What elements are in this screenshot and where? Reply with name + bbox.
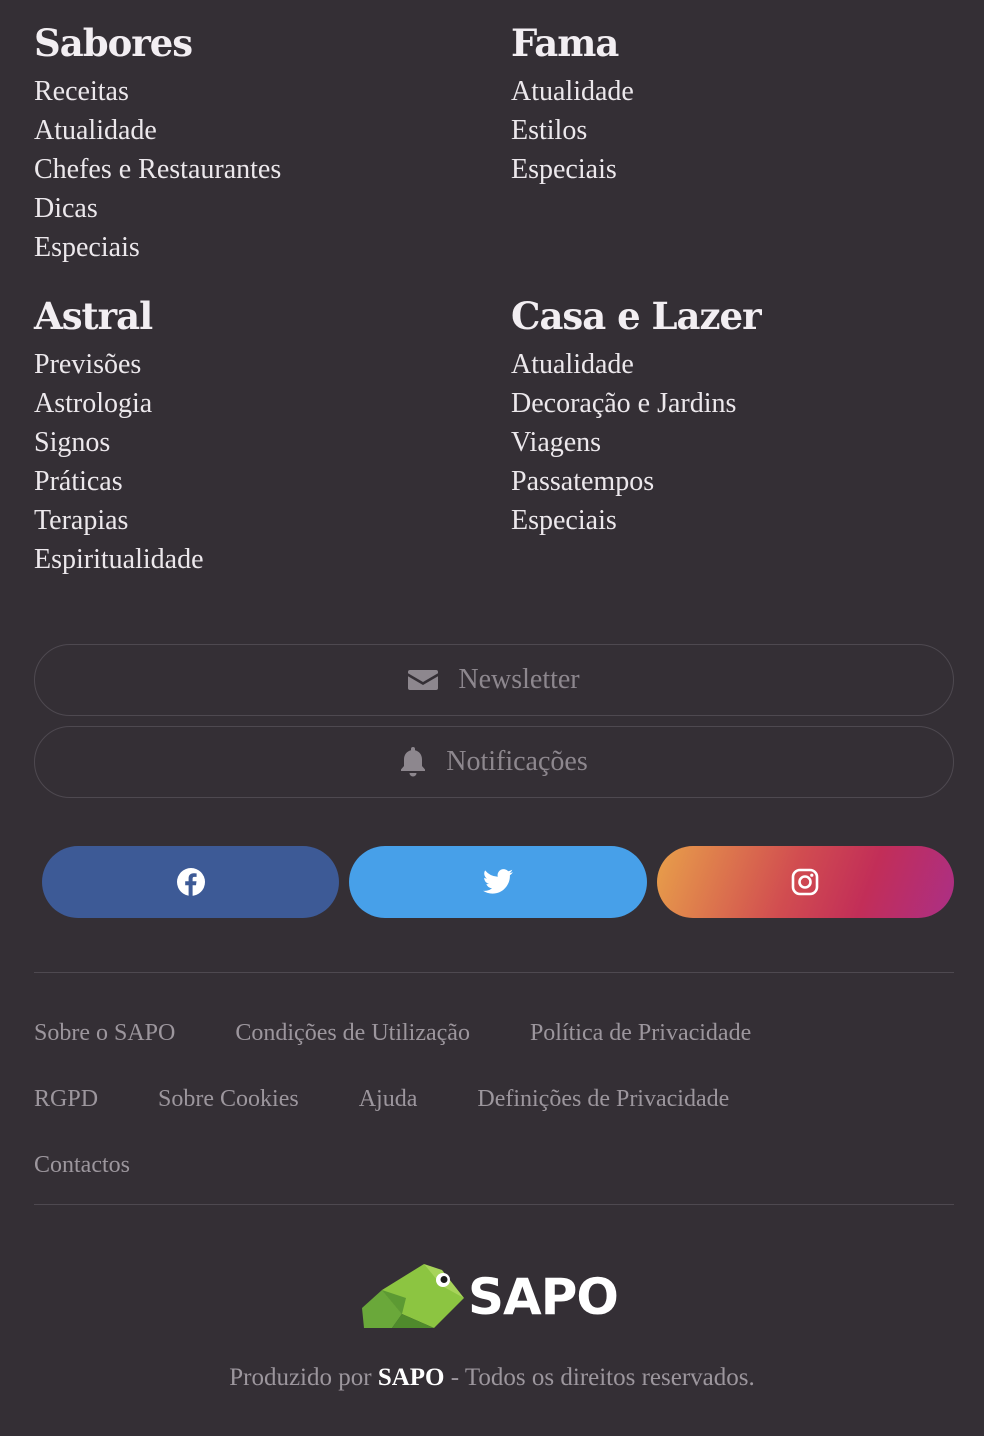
section-link[interactable]: Terapias [34,501,511,540]
social-links [42,846,954,918]
section-link[interactable]: Viagens [511,423,950,462]
section-link[interactable]: Espiritualidade [34,540,511,579]
section-link[interactable]: Decoração e Jardins [511,384,950,423]
footer-link-sobre-sapo[interactable]: Sobre o SAPO [34,1020,175,1047]
credits-prefix: Produzido por [229,1364,378,1391]
section-title[interactable]: Fama [511,18,950,68]
footer-link-condicoes[interactable]: Condições de Utilização [235,1020,470,1047]
notifications-label: Notificações [446,746,588,777]
facebook-button[interactable] [42,846,340,918]
section-casa-e-lazer: Casa e Lazer Atualidade Decoração e Jard… [511,291,950,579]
copyright-text: Produzido por SAPO - Todos os direitos r… [0,1364,984,1392]
section-link[interactable]: Atualidade [34,111,511,150]
notifications-button[interactable]: Notificações [34,726,954,798]
twitter-icon [482,869,513,894]
footer-sections: Sabores Receitas Atualidade Chefes e Res… [34,18,950,579]
credits-brand[interactable]: SAPO [378,1364,445,1391]
section-sabores: Sabores Receitas Atualidade Chefes e Res… [34,18,511,267]
instagram-icon [792,868,819,896]
section-link[interactable]: Previsões [34,345,511,384]
section-link[interactable]: Práticas [34,462,511,501]
envelope-icon [408,670,439,690]
credits-suffix: - Todos os direitos reservados. [444,1364,755,1391]
section-link[interactable]: Dicas [34,189,511,228]
newsletter-label: Newsletter [458,664,580,695]
sapo-logo[interactable]: SAPO [362,1262,632,1332]
section-title[interactable]: Casa e Lazer [511,291,950,341]
footer-link-sobre-cookies[interactable]: Sobre Cookies [158,1086,299,1113]
section-link[interactable]: Especiais [511,501,950,540]
section-link[interactable]: Especiais [34,228,511,267]
section-astral: Astral Previsões Astrologia Signos Práti… [34,291,511,579]
footer-link-rgpd[interactable]: RGPD [34,1086,98,1113]
newsletter-button[interactable]: Newsletter [34,644,954,716]
section-title[interactable]: Sabores [34,18,511,68]
section-link[interactable]: Receitas [34,72,511,111]
section-link[interactable]: Especiais [511,150,950,189]
footer-link-contactos[interactable]: Contactos [34,1152,130,1179]
footer-link-ajuda[interactable]: Ajuda [359,1086,418,1113]
section-link[interactable]: Signos [34,423,511,462]
section-link[interactable]: Chefes e Restaurantes [34,150,511,189]
bell-icon [401,747,426,777]
facebook-icon [176,868,205,896]
frog-icon [362,1264,464,1328]
footer-links-row: Sobre o SAPO Condições de Utilização Pol… [34,1000,954,1066]
section-fama: Fama Atualidade Estilos Especiais [511,18,950,267]
footer-links: Sobre o SAPO Condições de Utilização Pol… [34,1000,954,1198]
section-link[interactable]: Passatempos [511,462,950,501]
section-link[interactable]: Estilos [511,111,950,150]
footer-links-row: Contactos [34,1132,954,1198]
divider [34,972,954,973]
section-link[interactable]: Atualidade [511,72,950,111]
footer-link-politica-privacidade[interactable]: Política de Privacidade [530,1020,751,1047]
section-link[interactable]: Astrologia [34,384,511,423]
section-link[interactable]: Atualidade [511,345,950,384]
footer-link-definicoes-privacidade[interactable]: Definições de Privacidade [477,1086,729,1113]
section-title[interactable]: Astral [34,291,511,341]
divider [34,1204,954,1205]
logo-text: SAPO [468,1268,619,1326]
footer-links-row: RGPD Sobre Cookies Ajuda Definições de P… [34,1066,954,1132]
instagram-button[interactable] [656,846,954,918]
twitter-button[interactable] [349,846,647,918]
